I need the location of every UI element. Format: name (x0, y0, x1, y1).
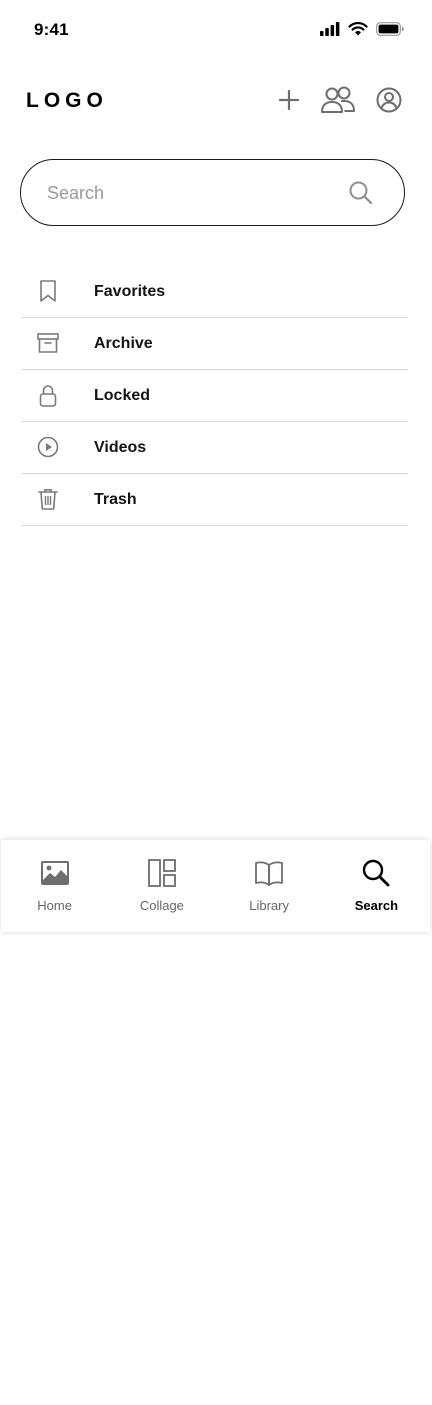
status-time: 9:41 (34, 20, 69, 39)
search-icon (349, 181, 373, 205)
trash-icon (38, 489, 58, 510)
tab-home[interactable]: Home (1, 840, 108, 932)
menu-item-locked[interactable]: Locked (22, 370, 408, 422)
menu-item-label: Archive (94, 335, 153, 352)
menu-item-archive[interactable]: Archive (22, 318, 408, 370)
menu-item-favorites[interactable]: Favorites (22, 266, 408, 318)
people-icon (321, 86, 355, 113)
shared-people-button[interactable] (320, 86, 356, 114)
lock-icon (39, 385, 57, 407)
tab-label: Library (249, 898, 289, 913)
menu-item-label: Locked (94, 387, 151, 404)
add-button[interactable] (278, 89, 300, 111)
menu-item-videos[interactable]: Videos (22, 422, 408, 474)
tab-collage[interactable]: Collage (108, 840, 215, 932)
tab-label: Home (37, 898, 72, 913)
header-actions (278, 86, 402, 114)
status-icons (320, 22, 404, 36)
archive-box-icon (37, 333, 59, 353)
menu-item-label: Trash (94, 491, 137, 508)
image-icon (40, 861, 69, 885)
tab-label: Collage (139, 898, 184, 913)
book-icon (255, 861, 284, 886)
menu-item-trash[interactable]: Trash (22, 474, 408, 526)
menu-item-label: Favorites (94, 283, 166, 300)
search-bar (20, 159, 405, 226)
cellular-signal-icon (320, 22, 340, 36)
menu-item-label: Videos (94, 439, 147, 456)
bottom-tab-bar: Home Collage Library Search (1, 840, 430, 932)
tab-library[interactable]: Library (216, 840, 323, 932)
app-header: LOGO (0, 80, 432, 124)
album-menu-list: Favorites Archive Locked Videos Trash (22, 266, 408, 526)
play-circle-icon (37, 436, 59, 458)
plus-icon (278, 89, 300, 111)
tab-search[interactable]: Search (323, 840, 430, 932)
battery-icon (376, 22, 404, 36)
search-submit-button[interactable] (348, 180, 374, 211)
bookmark-icon (40, 280, 56, 302)
search-input[interactable] (45, 177, 339, 209)
status-bar: 9:41 (0, 0, 432, 60)
collage-icon (147, 859, 176, 887)
search-icon (363, 859, 390, 887)
wifi-icon (348, 22, 368, 36)
tab-label: Search (354, 898, 399, 913)
account-icon (376, 87, 402, 113)
logo: LOGO (26, 89, 108, 112)
account-button[interactable] (376, 87, 402, 113)
